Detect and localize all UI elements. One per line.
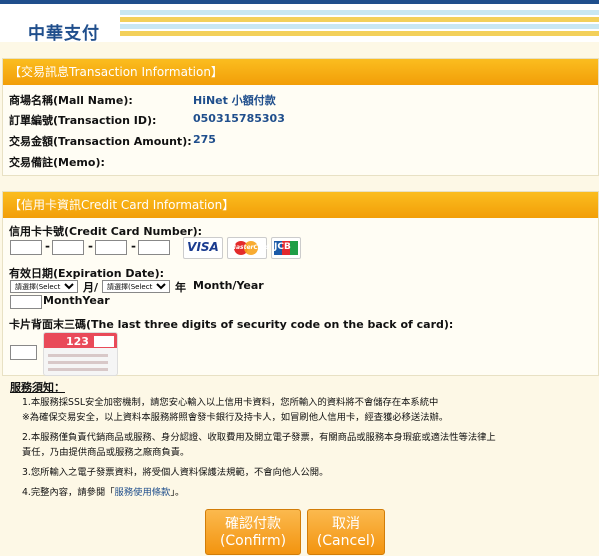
memo-label: 交易備註(Memo): <box>9 156 105 169</box>
mall-value: HiNet 小額付款 <box>193 94 276 107</box>
visa-logo-icon: VISA <box>183 237 223 259</box>
cvv-input[interactable] <box>10 345 37 360</box>
confirm-label-zh: 確認付款 <box>225 516 281 532</box>
service-notes-title: 服務須知： <box>10 381 65 394</box>
year-select[interactable]: 請選擇(Select) <box>102 280 170 293</box>
month-text: 月/ <box>83 281 99 294</box>
cancel-button[interactable]: 取消 (Cancel) <box>307 509 385 555</box>
terms-link[interactable]: 服務使用條款 <box>115 487 171 498</box>
confirm-button[interactable]: 確認付款 (Confirm) <box>205 509 301 555</box>
cvv-example-number: 123 <box>66 335 89 348</box>
amount-label: 交易金額(Transaction Amount): <box>9 135 192 148</box>
service-note: 1.本服務採SSL安全加密機制，請您安心輸入以上信用卡資料，您所輸入的資料將不會… <box>22 397 439 408</box>
header-decoration <box>120 10 599 40</box>
card-number-part2[interactable] <box>52 240 84 255</box>
transaction-panel: 【交易訊息Transaction Information】 商場名稱(Mall … <box>2 58 599 176</box>
mastercard-logo-icon: MasterCard <box>227 237 270 259</box>
amount-value: 275 <box>193 133 216 146</box>
dash: - <box>45 239 50 253</box>
year-text: 年 <box>175 281 186 294</box>
month-year-text2: MonthYear <box>43 294 110 307</box>
service-note: 2.本服務僅負責代銷商品或服務、身分認證、收取費用及開立電子發票，有關商品或服務… <box>22 432 496 443</box>
jcb-logo-icon: JCB <box>271 237 301 259</box>
cancel-label-en: (Cancel) <box>316 533 376 549</box>
cvv-label: 卡片背面末三碼(The last three digits of securit… <box>9 318 454 331</box>
cvv-example-card: 123 <box>43 332 118 376</box>
card-number-label: 信用卡卡號(Credit Card Number): <box>9 225 203 238</box>
jcb-logo-text: JCB <box>274 242 291 252</box>
service-note-text: 」。 <box>170 487 185 498</box>
month-year-text: Month/Year <box>193 279 264 292</box>
confirm-label-en: (Confirm) <box>219 533 287 549</box>
service-note: 責任，乃由提供商品或服務之廠商負責。 <box>22 447 190 458</box>
service-note: 3.您所輸入之電子發票資料，將受個人資料保護法規範，不會向他人公開。 <box>22 467 329 478</box>
expiry-extra-box <box>10 295 42 309</box>
service-note: ※為確保交易安全，以上資料本服務將照會發卡銀行及持卡人，如冒刷他人信用卡，經查獲… <box>22 412 449 423</box>
mastercard-logo-text: MasterCard <box>230 244 270 251</box>
order-value: 050315785303 <box>193 112 285 125</box>
header: 中華支付 <box>0 4 599 44</box>
mall-label: 商場名稱(Mall Name): <box>9 94 133 107</box>
dash: - <box>131 239 136 253</box>
card-number-part3[interactable] <box>95 240 127 255</box>
card-panel: 【信用卡資訊Credit Card Information】 信用卡卡號(Cre… <box>2 191 599 376</box>
card-title: 【信用卡資訊Credit Card Information】 <box>3 192 598 218</box>
logo: 中華支付 <box>12 10 112 44</box>
service-note-text: 4.完整內容，請參閱「 <box>22 487 115 498</box>
order-label: 訂單編號(Transaction ID): <box>9 114 157 127</box>
transaction-title: 【交易訊息Transaction Information】 <box>3 59 598 85</box>
card-number-part4[interactable] <box>138 240 170 255</box>
dash: - <box>88 239 93 253</box>
logo-text: 中華支付 <box>28 24 100 44</box>
card-number-part1[interactable] <box>10 240 42 255</box>
service-note: 4.完整內容，請參閱「服務使用條款」。 <box>22 485 582 501</box>
month-select[interactable]: 請選擇(Select) <box>10 280 78 293</box>
cancel-label-zh: 取消 <box>332 516 360 532</box>
